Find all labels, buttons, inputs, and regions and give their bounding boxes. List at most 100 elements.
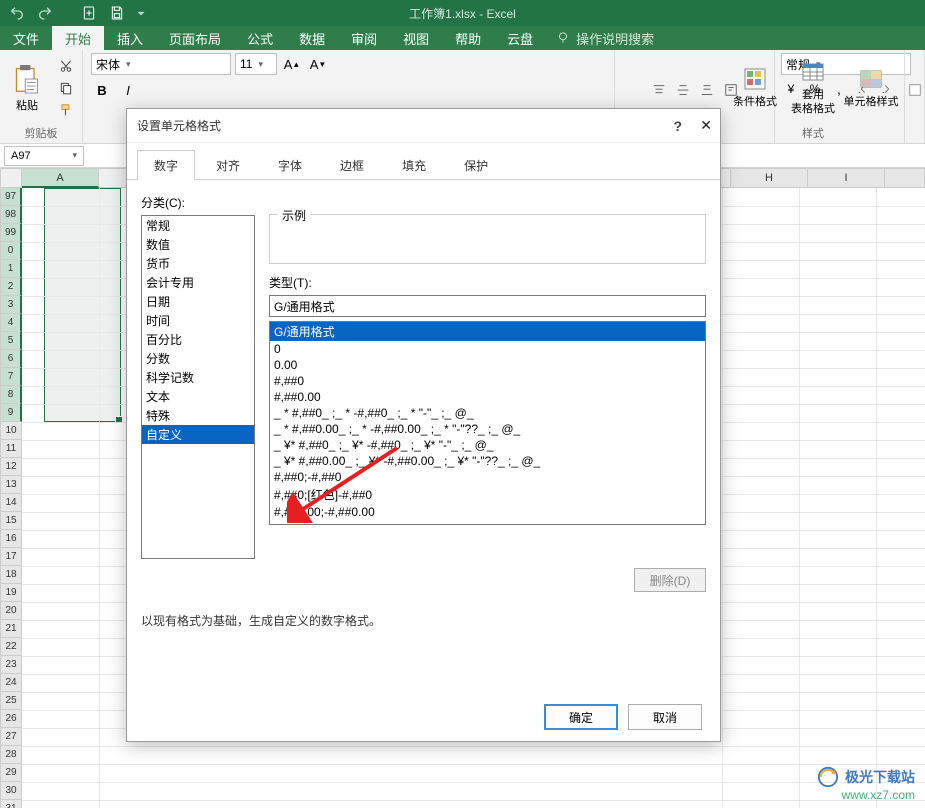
category-item[interactable]: 数值 <box>142 235 254 254</box>
type-item[interactable]: 0.00 <box>270 357 705 373</box>
category-item[interactable]: 会计专用 <box>142 273 254 292</box>
row-header[interactable]: 9 <box>0 404 22 422</box>
row-header[interactable]: 7 <box>0 368 22 386</box>
row-header[interactable]: 6 <box>0 350 22 368</box>
dialog-help-button[interactable]: ? <box>673 118 682 134</box>
delete-button[interactable]: 删除(D) <box>634 568 706 592</box>
format-painter-button[interactable] <box>56 100 76 120</box>
new-file-button[interactable] <box>78 2 100 24</box>
row-header[interactable]: 15 <box>0 512 22 530</box>
increase-font-button[interactable]: A▲ <box>281 53 303 75</box>
qat-customize-button[interactable] <box>134 2 148 24</box>
type-item[interactable]: #,##0;-#,##0 <box>270 469 705 485</box>
row-header[interactable]: 20 <box>0 602 22 620</box>
col-header-i[interactable]: I <box>808 168 885 188</box>
col-header-end[interactable] <box>885 168 925 188</box>
italic-button[interactable]: I <box>117 79 139 101</box>
type-item[interactable]: G/通用格式 <box>270 322 705 341</box>
category-item[interactable]: 常规 <box>142 216 254 235</box>
tab-view[interactable]: 视图 <box>390 26 442 50</box>
dialog-tab-border[interactable]: 边框 <box>323 150 381 180</box>
row-header[interactable]: 4 <box>0 314 22 332</box>
row-header[interactable]: 2 <box>0 278 22 296</box>
col-header-a[interactable]: A <box>22 168 99 188</box>
col-header-h[interactable]: H <box>731 168 808 188</box>
row-header[interactable]: 28 <box>0 746 22 764</box>
dialog-tab-alignment[interactable]: 对齐 <box>199 150 257 180</box>
copy-button[interactable] <box>56 78 76 98</box>
row-header[interactable]: 13 <box>0 476 22 494</box>
undo-button[interactable] <box>6 2 28 24</box>
tell-me-search[interactable]: 操作说明搜索 <box>546 26 664 50</box>
type-item[interactable]: _ ¥* #,##0.00_ ;_ ¥* -#,##0.00_ ;_ ¥* "-… <box>270 453 705 469</box>
row-header[interactable]: 8 <box>0 386 22 404</box>
type-input[interactable] <box>269 295 706 317</box>
save-button[interactable] <box>106 2 128 24</box>
dialog-tab-fill[interactable]: 填充 <box>385 150 443 180</box>
row-header[interactable]: 23 <box>0 656 22 674</box>
tab-help[interactable]: 帮助 <box>442 26 494 50</box>
row-header[interactable]: 24 <box>0 674 22 692</box>
redo-button[interactable] <box>34 2 56 24</box>
row-header[interactable]: 97 <box>0 188 22 206</box>
decrease-font-button[interactable]: A▼ <box>307 53 329 75</box>
select-all-corner[interactable] <box>0 168 22 188</box>
row-header[interactable]: 22 <box>0 638 22 656</box>
conditional-formatting-button[interactable]: 条件格式 <box>728 67 782 109</box>
type-item[interactable]: 0 <box>270 341 705 357</box>
dialog-close-button[interactable]: ✕ <box>700 117 712 134</box>
row-header[interactable]: 31 <box>0 800 22 808</box>
tab-review[interactable]: 审阅 <box>338 26 390 50</box>
dialog-tab-font[interactable]: 字体 <box>261 150 319 180</box>
row-header[interactable]: 17 <box>0 548 22 566</box>
type-list[interactable]: G/通用格式00.00#,##0#,##0.00_ * #,##0_ ;_ * … <box>269 321 706 525</box>
align-middle-button[interactable] <box>673 80 693 100</box>
row-header[interactable]: 29 <box>0 764 22 782</box>
font-name-select[interactable]: 宋体 ▾ <box>91 53 231 75</box>
tab-file[interactable]: 文件 <box>0 26 52 50</box>
tab-insert[interactable]: 插入 <box>104 26 156 50</box>
align-bottom-button[interactable] <box>697 80 717 100</box>
type-item[interactable]: #,##0;[红色]-#,##0 <box>270 485 705 504</box>
category-item[interactable]: 特殊 <box>142 406 254 425</box>
dialog-tab-number[interactable]: 数字 <box>137 150 195 180</box>
type-item[interactable]: #,##0.00;-#,##0.00 <box>270 504 705 520</box>
row-header[interactable]: 18 <box>0 566 22 584</box>
row-header[interactable]: 21 <box>0 620 22 638</box>
category-item[interactable]: 日期 <box>142 292 254 311</box>
tab-page-layout[interactable]: 页面布局 <box>156 26 234 50</box>
font-size-select[interactable]: 11 ▾ <box>235 53 277 75</box>
category-item[interactable]: 百分比 <box>142 330 254 349</box>
tab-home[interactable]: 开始 <box>52 26 104 50</box>
format-as-table-button[interactable]: 套用 表格格式 <box>786 60 840 116</box>
row-header[interactable]: 14 <box>0 494 22 512</box>
type-item[interactable]: _ ¥* #,##0_ ;_ ¥* -#,##0_ ;_ ¥* "-"_ ;_ … <box>270 437 705 453</box>
row-header[interactable]: 16 <box>0 530 22 548</box>
row-header[interactable]: 11 <box>0 440 22 458</box>
align-top-button[interactable] <box>649 80 669 100</box>
row-header[interactable]: 30 <box>0 782 22 800</box>
insert-cells-button[interactable] <box>905 80 925 100</box>
row-header[interactable]: 27 <box>0 728 22 746</box>
row-header[interactable]: 98 <box>0 206 22 224</box>
category-item[interactable]: 文本 <box>142 387 254 406</box>
cell-styles-button[interactable]: 单元格样式 <box>844 67 898 109</box>
category-item[interactable]: 货币 <box>142 254 254 273</box>
dialog-tab-protection[interactable]: 保护 <box>447 150 505 180</box>
type-item[interactable]: #,##0.00 <box>270 389 705 405</box>
type-item[interactable]: #,##0 <box>270 373 705 389</box>
row-header[interactable]: 26 <box>0 710 22 728</box>
row-header[interactable]: 10 <box>0 422 22 440</box>
category-item[interactable]: 时间 <box>142 311 254 330</box>
row-header[interactable]: 99 <box>0 224 22 242</box>
row-header[interactable]: 1 <box>0 260 22 278</box>
cut-button[interactable] <box>56 56 76 76</box>
tab-cloud[interactable]: 云盘 <box>494 26 546 50</box>
category-list[interactable]: 常规数值货币会计专用日期时间百分比分数科学记数文本特殊自定义 <box>141 215 255 559</box>
row-header[interactable]: 19 <box>0 584 22 602</box>
row-header[interactable]: 12 <box>0 458 22 476</box>
cancel-button[interactable]: 取消 <box>628 704 702 730</box>
type-item[interactable]: _ * #,##0.00_ ;_ * -#,##0.00_ ;_ * "-"??… <box>270 421 705 437</box>
category-item[interactable]: 分数 <box>142 349 254 368</box>
tab-data[interactable]: 数据 <box>286 26 338 50</box>
